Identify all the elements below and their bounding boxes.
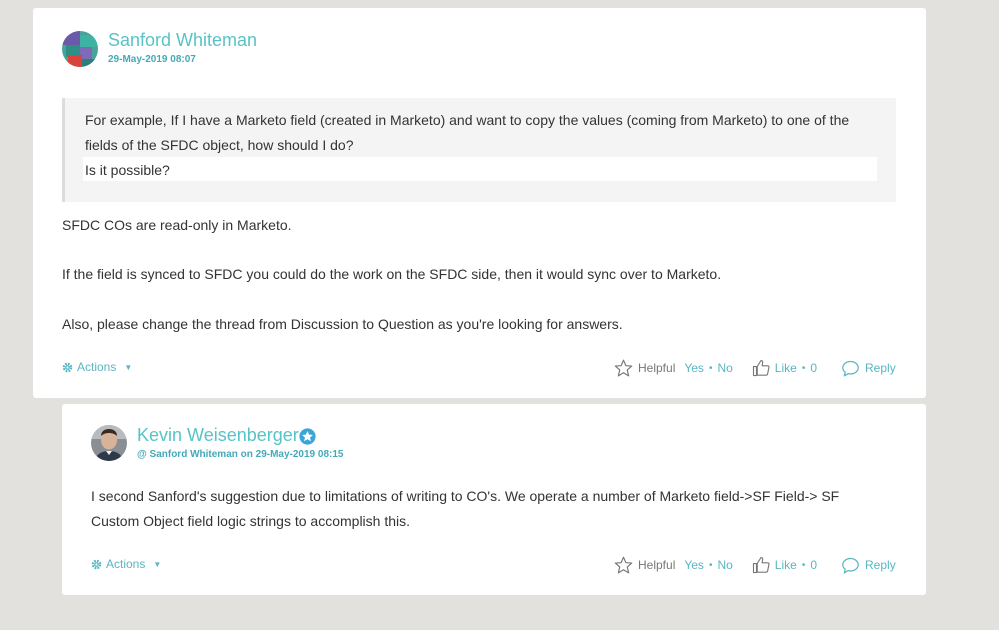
author-name[interactable]: Kevin Weisenberger (137, 425, 299, 446)
actions-label: Actions (77, 360, 117, 374)
speech-bubble-icon[interactable] (841, 557, 860, 574)
gear-icon (91, 559, 102, 569)
separator-dot: • (801, 362, 806, 374)
like-count: 0 (810, 558, 818, 572)
helpful-label: Helpful (638, 361, 676, 375)
post-paragraph: If the field is synced to SFDC you could… (62, 266, 722, 282)
speech-bubble-icon[interactable] (841, 360, 860, 377)
helpful-no-link[interactable]: No (717, 558, 732, 572)
avatar[interactable] (62, 31, 98, 67)
feedback-bar: Helpful Yes • No Like • 0 Reply (614, 556, 896, 574)
reply-link[interactable]: Reply (865, 558, 896, 572)
avatar[interactable] (91, 425, 127, 461)
quote-line: Is it possible? (85, 162, 170, 178)
post-date[interactable]: 29-May-2019 08:07 (108, 54, 196, 65)
actions-label: Actions (106, 557, 146, 571)
star-icon[interactable] (614, 556, 633, 574)
post-card: Sanford Whiteman 29-May-2019 08:07 For e… (33, 8, 926, 398)
caret-down-icon: ▼ (124, 362, 133, 372)
post-paragraph-line: Custom Object field logic strings to acc… (91, 513, 411, 529)
reply-to-meta[interactable]: @ Sanford Whiteman on 29-May-2019 08:15 (137, 449, 343, 460)
author-name-text: Kevin Weisenberger (137, 425, 299, 445)
gear-icon (62, 362, 73, 372)
helpful-no-link[interactable]: No (717, 361, 732, 375)
post-paragraph: SFDC COs are read-only in Marketo. (62, 217, 292, 233)
helpful-yes-link[interactable]: Yes (684, 558, 704, 572)
quote-highlight (83, 157, 877, 181)
reply-card: Kevin Weisenberger @ Sanford Whiteman on… (62, 404, 926, 595)
quote-line: fields of the SFDC object, how should I … (85, 137, 354, 153)
author-name[interactable]: Sanford Whiteman (108, 30, 257, 51)
like-link[interactable]: Like (775, 558, 797, 572)
separator-dot: • (801, 559, 806, 571)
actions-menu[interactable]: Actions ▼ (62, 360, 132, 374)
caret-down-icon: ▼ (153, 559, 162, 569)
thumbs-up-icon[interactable] (752, 359, 770, 377)
reply-link[interactable]: Reply (865, 361, 896, 375)
feedback-bar: Helpful Yes • No Like • 0 Reply (614, 359, 896, 377)
post-paragraph: Also, please change the thread from Disc… (62, 316, 623, 332)
badge-star-icon (299, 428, 316, 445)
post-paragraph-line: I second Sanford's suggestion due to lim… (91, 488, 840, 504)
quoted-text: For example, If I have a Marketo field (… (62, 98, 896, 202)
helpful-label: Helpful (638, 558, 676, 572)
star-icon[interactable] (614, 359, 633, 377)
helpful-yes-link[interactable]: Yes (684, 361, 704, 375)
like-count: 0 (810, 361, 818, 375)
thumbs-up-icon[interactable] (752, 556, 770, 574)
separator-dot: • (708, 559, 713, 571)
like-link[interactable]: Like (775, 361, 797, 375)
actions-menu[interactable]: Actions ▼ (91, 557, 161, 571)
quote-line: For example, If I have a Marketo field (… (85, 112, 850, 128)
separator-dot: • (708, 362, 713, 374)
